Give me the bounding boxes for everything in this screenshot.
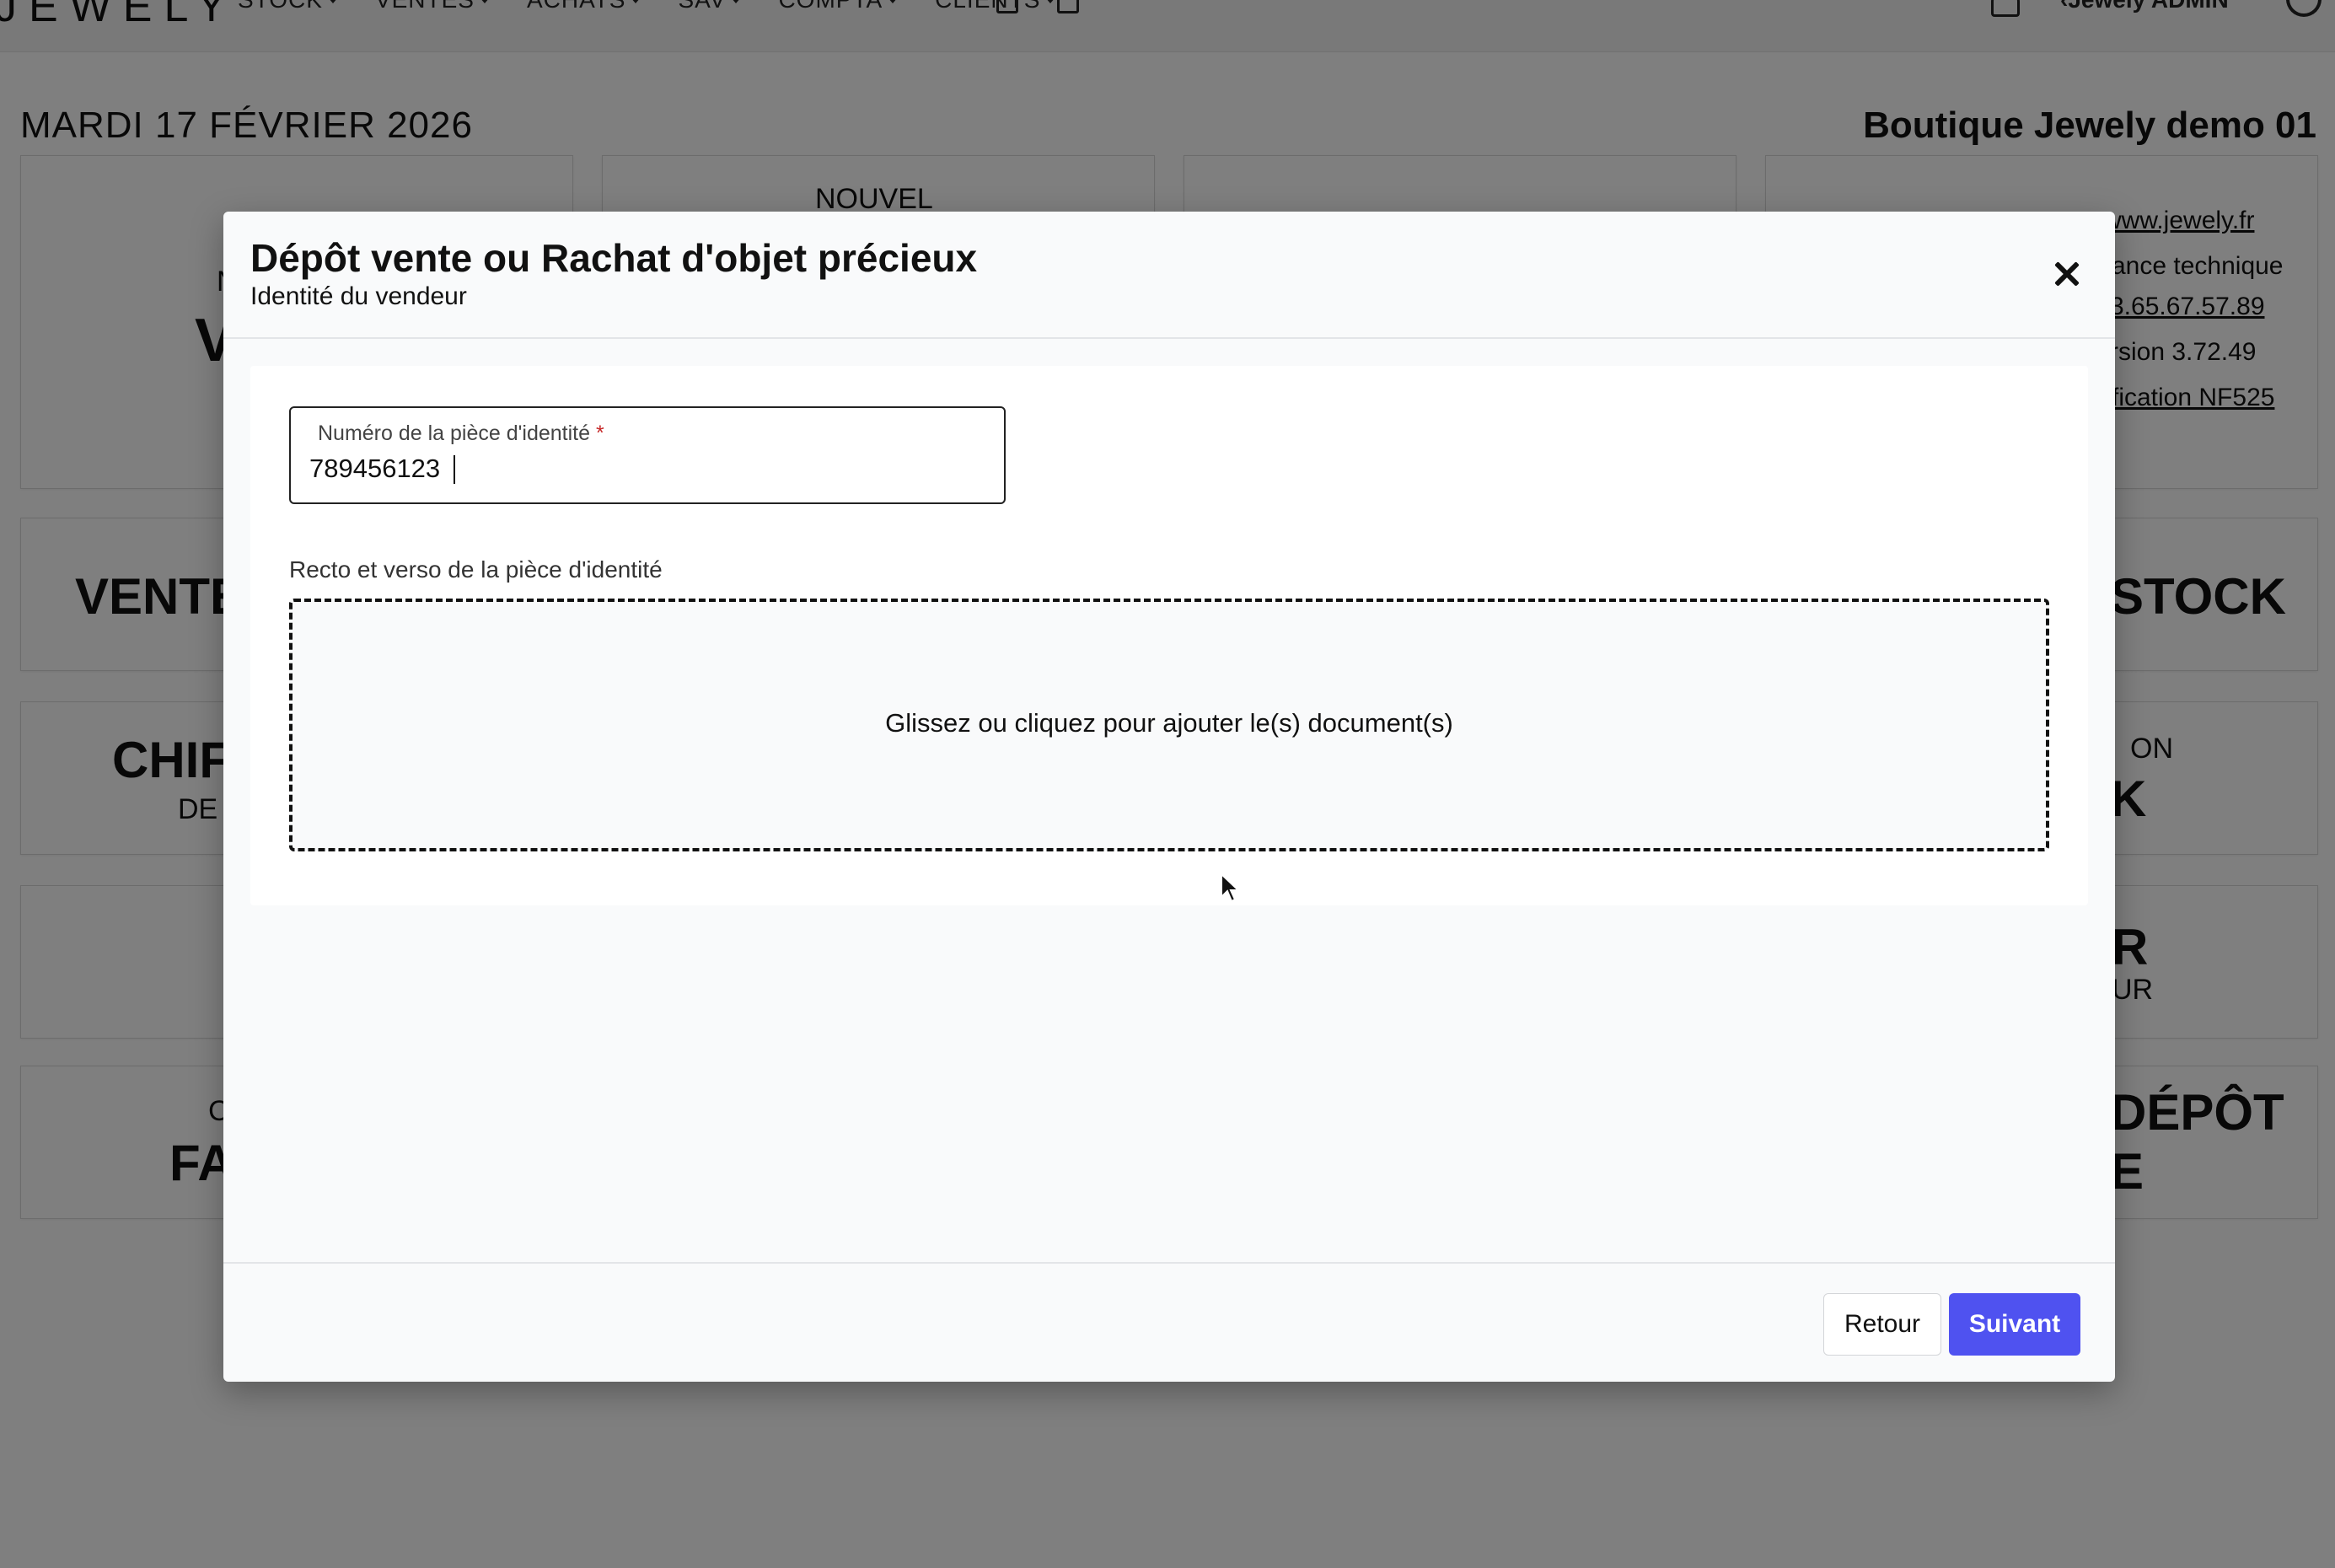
close-icon[interactable]: [2048, 255, 2085, 293]
modal-body: Numéro de la pièce d'identité * Recto et…: [250, 366, 2088, 905]
id-number-label-text: Numéro de la pièce d'identité: [318, 422, 591, 445]
dropzone-text: Glissez ou cliquez pour ajouter le(s) do…: [885, 708, 1453, 738]
text-cursor: [454, 455, 455, 484]
id-number-field[interactable]: Numéro de la pièce d'identité *: [289, 406, 1006, 504]
back-button[interactable]: Retour: [1823, 1293, 1941, 1356]
document-dropzone[interactable]: Glissez ou cliquez pour ajouter le(s) do…: [289, 599, 2049, 851]
required-marker: *: [595, 422, 604, 445]
id-number-label: Numéro de la pièce d'identité *: [318, 422, 604, 446]
id-number-input[interactable]: [309, 454, 984, 484]
modal-header: Dépôt vente ou Rachat d'objet précieux I…: [223, 212, 2115, 339]
modal-footer-divider: [223, 1262, 2115, 1264]
modal-subtitle: Identité du vendeur: [250, 282, 467, 310]
upload-label: Recto et verso de la pièce d'identité: [289, 556, 663, 583]
depot-rachat-modal: Dépôt vente ou Rachat d'objet précieux I…: [223, 212, 2115, 1382]
modal-title: Dépôt vente ou Rachat d'objet précieux: [250, 236, 978, 280]
next-button[interactable]: Suivant: [1949, 1293, 2080, 1356]
